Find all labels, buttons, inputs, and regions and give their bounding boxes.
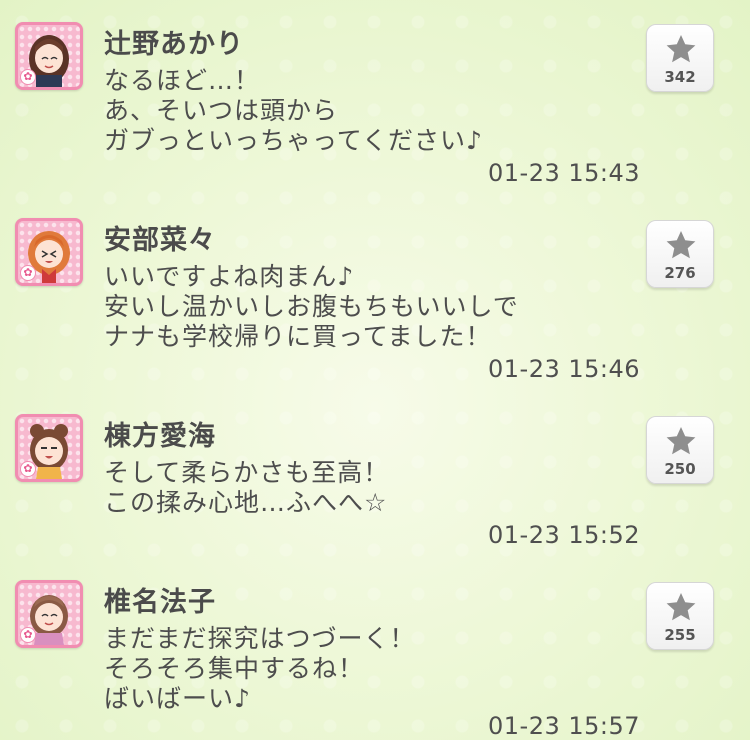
comment-timestamp: 01-23 15:52 [488, 521, 641, 549]
star-icon [666, 231, 696, 259]
comment-text: いいですよね肉まん♪ 安いし温かいしお腹もちもいいしで ナナも学校帰りに買ってま… [104, 262, 519, 351]
like-button[interactable]: 342 [646, 24, 714, 92]
comment-text: まだまだ探究はつづーく！ そろそろ集中するね！ ばいばーい♪ [104, 624, 416, 713]
poster-name: 辻野あかり [104, 29, 244, 60]
poster-name: 椎名法子 [104, 587, 216, 618]
flower-icon: ✿ [20, 69, 36, 85]
star-icon [666, 427, 696, 455]
like-count: 276 [664, 264, 696, 282]
star-icon [666, 35, 696, 63]
comment-text: なるほど…！ あ、そいつは頭から ガブっといっちゃってください♪ [104, 66, 483, 155]
avatar[interactable]: ✿ [15, 218, 83, 286]
comment-feed[interactable]: ✿ 辻野あかり なるほど…！ あ、そいつは頭から ガブっといっちゃってください♪… [0, 0, 750, 740]
comment-timestamp: 01-23 15:43 [488, 159, 641, 187]
comment-text: そして柔らかさも至高！ この揉み心地…ふへへ☆ [104, 458, 390, 517]
like-button[interactable]: 276 [646, 220, 714, 288]
avatar[interactable]: ✿ [15, 580, 83, 648]
like-count: 250 [664, 460, 696, 478]
poster-name: 棟方愛海 [104, 421, 216, 452]
like-count: 342 [664, 68, 696, 86]
like-count: 255 [664, 626, 696, 644]
comment-timestamp: 01-23 15:46 [488, 355, 641, 383]
comment-timestamp: 01-23 15:57 [488, 712, 641, 740]
flower-icon: ✿ [20, 627, 36, 643]
star-icon [666, 593, 696, 621]
avatar[interactable]: ✿ [15, 22, 83, 90]
flower-icon: ✿ [20, 461, 36, 477]
like-button[interactable]: 255 [646, 582, 714, 650]
poster-name: 安部菜々 [104, 225, 216, 256]
like-button[interactable]: 250 [646, 416, 714, 484]
avatar[interactable]: ✿ [15, 414, 83, 482]
flower-icon: ✿ [20, 265, 36, 281]
